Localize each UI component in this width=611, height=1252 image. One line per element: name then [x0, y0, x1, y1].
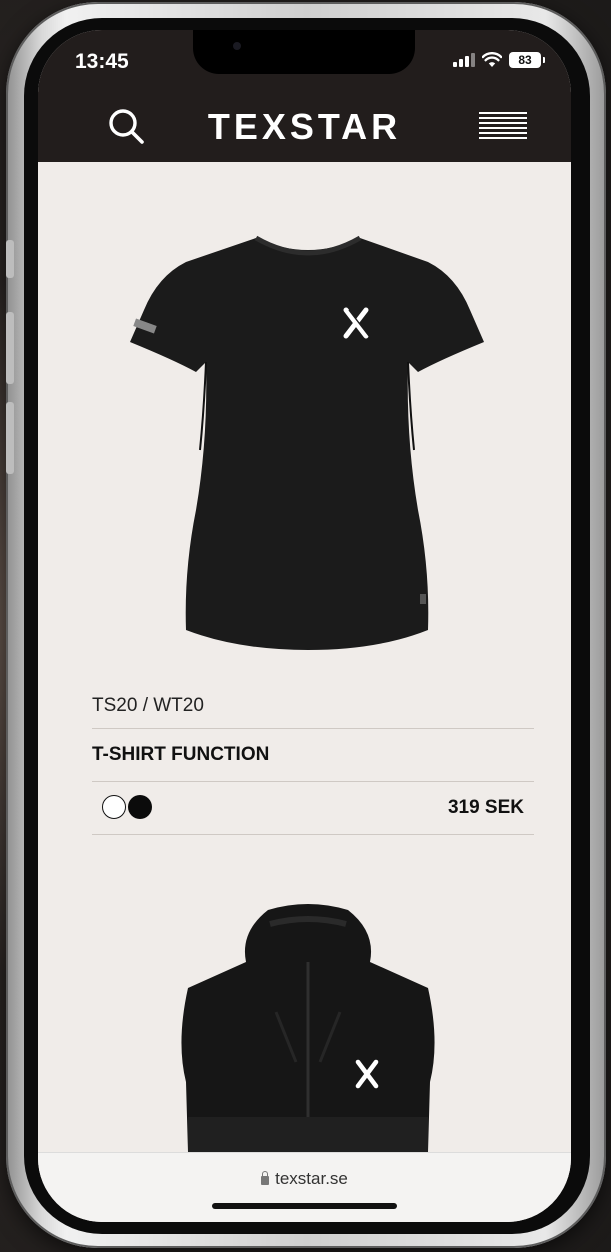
battery-icon: 83 — [509, 52, 545, 68]
product-list: TS20 / WT20 T-SHIRT FUNCTION 319 SEK — [38, 162, 571, 1152]
vest-product-image[interactable] — [158, 902, 458, 1152]
mute-switch — [6, 240, 14, 278]
product-price-row: 319 SEK — [92, 782, 534, 835]
tshirt-product-image[interactable] — [118, 210, 498, 656]
cellular-signal-icon — [453, 53, 475, 67]
color-swatch-white[interactable] — [102, 795, 126, 819]
url-field[interactable]: texstar.se — [38, 1169, 571, 1189]
browser-address-bar: texstar.se — [38, 1152, 571, 1222]
volume-up-button — [6, 312, 14, 384]
site-header: TEXSTAR — [38, 92, 571, 162]
color-swatch-black[interactable] — [128, 795, 152, 819]
status-icons: 83 — [453, 52, 545, 68]
product-sku: TS20 / WT20 — [92, 684, 534, 729]
url-text: texstar.se — [275, 1169, 348, 1188]
notch — [193, 30, 415, 74]
home-indicator[interactable] — [212, 1203, 397, 1209]
product-price: 319 SEK — [447, 797, 524, 818]
product-name[interactable]: T-SHIRT FUNCTION — [92, 729, 534, 782]
status-time: 13:45 — [75, 50, 129, 73]
wifi-icon — [482, 52, 502, 67]
camera-icon — [233, 42, 241, 50]
hamburger-menu-icon[interactable] — [479, 112, 527, 144]
volume-down-button — [6, 402, 14, 474]
lock-icon — [261, 1171, 270, 1185]
phone-screen: 13:45 83 TEXSTAR TS20 / WT20 T-SHIRT FUN… — [38, 30, 571, 1222]
